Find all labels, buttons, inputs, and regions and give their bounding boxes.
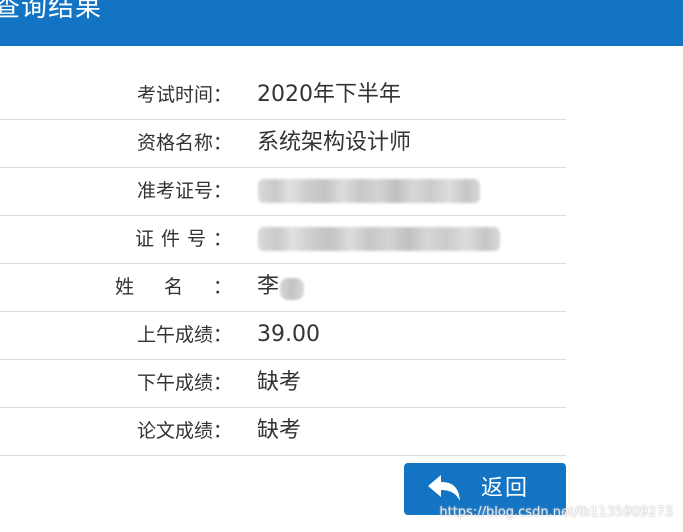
result-label: 论文成绩： <box>136 420 232 442</box>
redacted-id-number <box>258 227 500 251</box>
result-row-id-number: 证件号： <box>0 216 566 264</box>
result-value: 缺考 <box>257 370 302 395</box>
result-row-admission-number: 准考证号： <box>0 168 566 216</box>
reply-arrow-icon <box>428 475 460 501</box>
result-value: 39.00 <box>257 322 320 347</box>
result-label: 姓名： <box>114 276 232 298</box>
result-label: 资格名称： <box>136 132 232 154</box>
result-label: 证件号： <box>134 228 232 250</box>
result-row-name: 姓名： 李 <box>0 264 566 312</box>
result-row-afternoon-score: 下午成绩： 缺考 <box>0 360 566 408</box>
result-row-qualification: 资格名称： 系统架构设计师 <box>0 120 566 168</box>
page-header: 查询结果 <box>0 0 683 46</box>
result-row-morning-score: 上午成绩： 39.00 <box>0 312 566 360</box>
watermark: https://blog.csdn.net/lb1135909273 <box>439 505 673 520</box>
redacted-name <box>280 278 304 300</box>
result-label: 准考证号： <box>136 180 232 202</box>
result-value: 2020年下半年 <box>257 82 401 107</box>
results-table: 考试时间： 2020年下半年 资格名称： 系统架构设计师 准考证号： 证件号： … <box>0 72 566 456</box>
page-title: 查询结果 <box>0 0 103 23</box>
result-label: 上午成绩： <box>136 324 232 346</box>
redacted-admission-number <box>258 179 480 203</box>
result-label: 考试时间： <box>136 84 232 106</box>
result-row-essay-score: 论文成绩： 缺考 <box>0 408 566 456</box>
result-value: 系统架构设计师 <box>257 130 412 155</box>
result-value: 李 <box>257 274 280 299</box>
result-row-exam-time: 考试时间： 2020年下半年 <box>0 72 566 120</box>
result-label: 下午成绩： <box>136 372 232 394</box>
result-value: 缺考 <box>257 418 302 443</box>
